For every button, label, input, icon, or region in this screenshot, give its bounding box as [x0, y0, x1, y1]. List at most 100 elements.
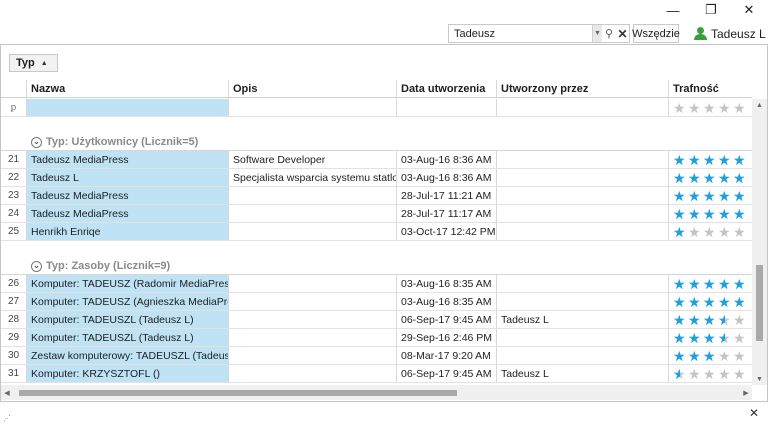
cell-opis[interactable]	[229, 275, 397, 292]
column-header-nazwa[interactable]: Nazwa	[27, 80, 229, 97]
cell-nazwa[interactable]: Komputer: TADEUSZ (Agnieszka MediaPress)	[27, 293, 229, 310]
cell-utworzony[interactable]	[497, 205, 669, 222]
cell-opis[interactable]	[229, 311, 397, 328]
scroll-down-icon[interactable]: ▼	[752, 373, 767, 385]
table-row[interactable]: 26 Komputer: TADEUSZ (Radomir MediaPress)…	[1, 275, 752, 293]
cell-nazwa[interactable]: Henrikh Enriqe	[27, 223, 229, 240]
cell-data[interactable]: 03-Aug-16 8:36 AM	[397, 151, 497, 168]
cell-trafnosc[interactable]: ★★★★★★★★★★	[669, 365, 752, 382]
horizontal-scroll-thumb[interactable]	[19, 390, 457, 396]
cell-opis[interactable]: Software Developer	[229, 151, 397, 168]
filter-cell-opis[interactable]	[229, 99, 397, 116]
table-row[interactable]: 31 Komputer: KRZYSZTOFL () 06-Sep-17 9:45 …	[1, 365, 752, 383]
collapse-icon[interactable]: ⌄	[31, 260, 42, 272]
cell-utworzony[interactable]: Tadeusz L	[497, 365, 669, 382]
cell-nazwa[interactable]: Zestaw komputerowy: TADEUSZL (Tadeusz L)	[27, 347, 229, 364]
cell-data[interactable]: 03-Aug-16 8:36 AM	[397, 169, 497, 186]
scope-button[interactable]: Wszędzie	[632, 24, 680, 43]
cell-data[interactable]: 08-Mar-17 9:20 AM	[397, 347, 497, 364]
cell-data[interactable]: 06-Sep-17 9:45 AM	[397, 365, 497, 382]
cell-utworzony[interactable]	[497, 329, 669, 346]
table-row[interactable]: 21 Tadeusz MediaPress Software Developer 03…	[1, 151, 752, 169]
vertical-scrollbar[interactable]: ▲ ▼	[752, 99, 767, 385]
cell-trafnosc[interactable]: ★★★★★★★★★★	[669, 275, 752, 292]
cell-utworzony[interactable]	[497, 187, 669, 204]
cell-utworzony[interactable]	[497, 275, 669, 292]
group-chip-typ[interactable]: Typ ▲	[9, 54, 58, 72]
cell-opis[interactable]	[229, 205, 397, 222]
search-input[interactable]: Tadeusz ▼ ⚲ ✕	[448, 24, 630, 43]
scroll-up-icon[interactable]: ▲	[752, 99, 767, 111]
cell-trafnosc[interactable]: ★★★★★★★★★★	[669, 311, 752, 328]
table-row[interactable]: 24 Tadeusz MediaPress 28-Jul-17 11:17 AM ★ ★…	[1, 205, 752, 223]
column-header-utworzony[interactable]: Utworzony przez	[497, 80, 669, 97]
filter-cell-data[interactable]	[397, 99, 497, 116]
search-value[interactable]: Tadeusz	[449, 28, 592, 40]
maximize-button[interactable]: ❐	[692, 0, 730, 20]
table-row[interactable]: 22 Tadeusz L Specjalista wsparcia systemu …	[1, 169, 752, 187]
cell-trafnosc[interactable]: ★★★★★★★★★★	[669, 293, 752, 310]
cell-data[interactable]: 28-Jul-17 11:21 AM	[397, 187, 497, 204]
cell-data[interactable]: 03-Oct-17 12:42 PM	[397, 223, 497, 240]
chevron-down-icon[interactable]: ▼	[592, 25, 602, 42]
cell-utworzony[interactable]	[497, 293, 669, 310]
table-row[interactable]: 25 Henrikh Enriqe 03-Oct-17 12:42 PM ★ ★ ★ ★ ★ ★…	[1, 223, 752, 241]
cell-nazwa[interactable]: Komputer: KRZYSZTOFL ()	[27, 365, 229, 382]
cell-utworzony[interactable]: Tadeusz L	[497, 311, 669, 328]
filter-cell-trafnosc[interactable]: ★★★★★★★★★★	[669, 99, 752, 116]
cell-trafnosc[interactable]: ★★★★★★★★★★	[669, 205, 752, 222]
cell-data[interactable]: 03-Aug-16 8:35 AM	[397, 293, 497, 310]
cell-data[interactable]: 29-Sep-16 2:46 PM	[397, 329, 497, 346]
cell-nazwa[interactable]: Komputer: TADEUSZL (Tadeusz L)	[27, 329, 229, 346]
cell-nazwa[interactable]: Komputer: TADEUSZL (Tadeusz L)	[27, 311, 229, 328]
cell-opis[interactable]	[229, 187, 397, 204]
minimize-button[interactable]: —	[654, 0, 692, 20]
table-row[interactable]: 23 Tadeusz MediaPress 28-Jul-17 11:21 AM ★ ★…	[1, 187, 752, 205]
cell-utworzony[interactable]	[497, 223, 669, 240]
cell-opis[interactable]	[229, 329, 397, 346]
cell-data[interactable]: 06-Sep-17 9:45 AM	[397, 311, 497, 328]
cell-opis[interactable]	[229, 365, 397, 382]
table-row[interactable]: 29 Komputer: TADEUSZL (Tadeusz L) 29-Sep-1…	[1, 329, 752, 347]
filter-cell-utworzony[interactable]	[497, 99, 669, 116]
cell-data[interactable]: 03-Aug-16 8:35 AM	[397, 275, 497, 292]
cell-data[interactable]: 28-Jul-17 11:17 AM	[397, 205, 497, 222]
scroll-right-icon[interactable]: ▶	[740, 385, 752, 400]
column-header-data[interactable]: Data utworzenia	[397, 80, 497, 97]
collapse-icon[interactable]: ⌄	[31, 136, 42, 148]
cell-opis[interactable]	[229, 223, 397, 240]
clear-search-icon[interactable]: ✕	[616, 27, 629, 41]
cell-utworzony[interactable]	[497, 347, 669, 364]
table-row[interactable]: 28 Komputer: TADEUSZL (Tadeusz L) 06-Sep-1…	[1, 311, 752, 329]
search-icon[interactable]: ⚲	[602, 27, 616, 40]
cell-nazwa[interactable]: Komputer: TADEUSZ (Radomir MediaPress)	[27, 275, 229, 292]
cell-nazwa[interactable]: Tadeusz L	[27, 169, 229, 186]
resize-grip-icon[interactable]: ⋰	[3, 414, 11, 423]
cell-trafnosc[interactable]: ★★★★★★★★★★	[669, 187, 752, 204]
cell-trafnosc[interactable]: ★★★★★★★★★★	[669, 169, 752, 186]
table-row[interactable]: 27 Komputer: TADEUSZ (Agnieszka MediaPres…	[1, 293, 752, 311]
group-row[interactable]: ⌄ Typ: Zasoby (Licznik=9)	[1, 258, 752, 275]
cell-nazwa[interactable]: Tadeusz MediaPress	[27, 187, 229, 204]
cell-trafnosc[interactable]: ★★★★★★★★★★	[669, 347, 752, 364]
cell-opis[interactable]	[229, 293, 397, 310]
cell-utworzony[interactable]	[497, 151, 669, 168]
column-header-opis[interactable]: Opis	[229, 80, 397, 97]
close-window-button[interactable]: ✕	[730, 0, 768, 20]
cell-trafnosc[interactable]: ★★★★★★★★★★	[669, 223, 752, 240]
cell-nazwa[interactable]: Tadeusz MediaPress	[27, 205, 229, 222]
column-header-trafnosc[interactable]: Trafność	[669, 80, 752, 97]
horizontal-scrollbar[interactable]: ◀ ▶	[1, 385, 752, 400]
cell-trafnosc[interactable]: ★★★★★★★★★★	[669, 151, 752, 168]
table-row[interactable]: 30 Zestaw komputerowy: TADEUSZL (Tadeusz …	[1, 347, 752, 365]
cell-nazwa[interactable]: Tadeusz MediaPress	[27, 151, 229, 168]
scroll-left-icon[interactable]: ◀	[1, 385, 13, 400]
close-panel-icon[interactable]: ✕	[749, 406, 759, 420]
rating-filter[interactable]: ★★★★★★★★★★	[673, 101, 747, 115]
vertical-scroll-thumb[interactable]	[756, 265, 763, 341]
cell-trafnosc[interactable]: ★★★★★★★★★★	[669, 329, 752, 346]
cell-opis[interactable]	[229, 347, 397, 364]
cell-opis[interactable]: Specjalista wsparcia systemu statlook	[229, 169, 397, 186]
group-row[interactable]: ⌄ Typ: Użytkownicy (Licznik=5)	[1, 134, 752, 151]
user-menu[interactable]: Tadeusz L	[694, 24, 766, 43]
